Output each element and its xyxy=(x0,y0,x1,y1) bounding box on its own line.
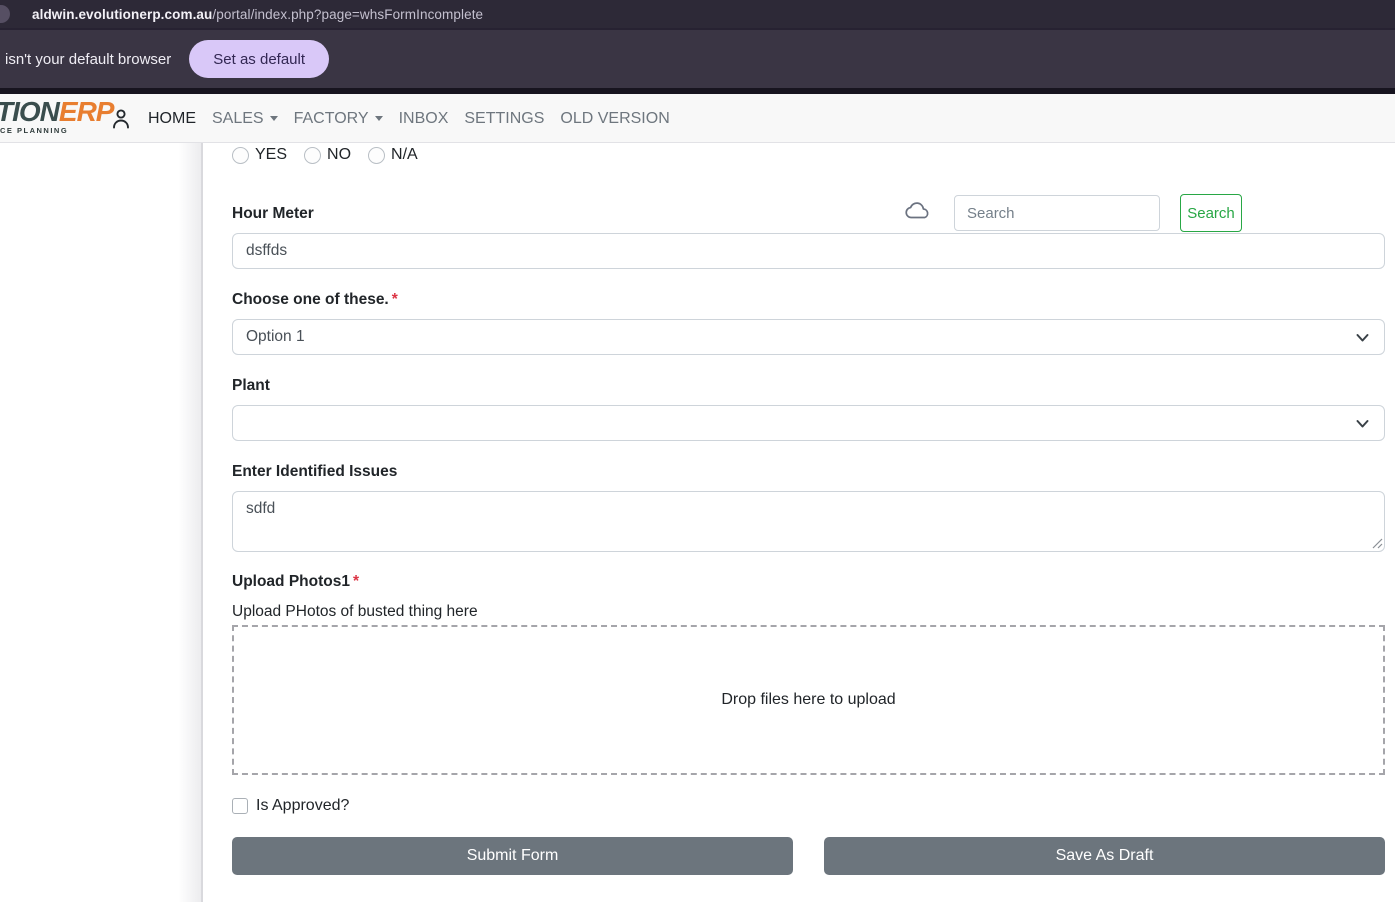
url-domain: aldwin.evolutionerp.com.au xyxy=(32,7,212,22)
chevron-down-icon xyxy=(1355,416,1370,431)
nav-item-label: SETTINGS xyxy=(464,110,544,128)
address-url[interactable]: aldwin.evolutionerp.com.au/portal/index.… xyxy=(32,7,483,22)
caret-down-icon xyxy=(375,116,383,121)
required-asterisk: * xyxy=(392,291,398,308)
logo-tagline: CE PLANNING xyxy=(0,127,113,135)
nav-item-label: INBOX xyxy=(399,110,449,128)
whs-form: YES NO N/A Hour Meter Choose one of thes… xyxy=(232,143,1385,875)
dropzone-text: Drop files here to upload xyxy=(721,691,895,709)
radio-option-yes[interactable]: YES xyxy=(232,146,287,164)
content-divider xyxy=(201,143,203,902)
app-logo[interactable]: TIONERP CE PLANNING xyxy=(0,98,113,135)
submit-form-button[interactable]: Submit Form xyxy=(232,837,793,875)
choose-one-select[interactable]: Option 1 xyxy=(232,319,1385,355)
form-actions: Submit Form Save As Draft xyxy=(232,837,1385,875)
required-asterisk: * xyxy=(353,573,359,590)
resize-handle-icon[interactable] xyxy=(1371,537,1383,549)
nav-item-old-version[interactable]: OLD VERSION xyxy=(552,110,677,128)
radio-label: YES xyxy=(255,146,287,164)
is-approved-label: Is Approved? xyxy=(256,797,349,815)
save-as-draft-button[interactable]: Save As Draft xyxy=(824,837,1385,875)
hour-meter-input[interactable] xyxy=(232,233,1385,269)
plant-label: Plant xyxy=(232,376,1385,395)
label-text: Choose one of these. xyxy=(232,291,389,308)
chevron-down-icon xyxy=(1355,330,1370,345)
radio-icon[interactable] xyxy=(304,147,321,164)
hour-meter-label: Hour Meter xyxy=(232,204,1385,223)
set-as-default-button[interactable]: Set as default xyxy=(189,40,329,78)
caret-down-icon xyxy=(270,116,278,121)
checkbox-icon[interactable] xyxy=(232,798,248,814)
nav-item-label: OLD VERSION xyxy=(560,110,669,128)
is-approved-checkbox-row[interactable]: Is Approved? xyxy=(232,797,1385,815)
upload-helper-text: Upload PHotos of busted thing here xyxy=(232,602,1385,622)
radio-icon[interactable] xyxy=(368,147,385,164)
nav-menu: HOME SALES FACTORY INBOX SETTINGS OLD VE… xyxy=(110,94,678,143)
nav-item-home[interactable]: HOME xyxy=(140,110,204,128)
nav-item-label: FACTORY xyxy=(294,110,369,128)
issues-textarea-wrap: sdfd xyxy=(232,491,1385,552)
nav-item-factory[interactable]: FACTORY xyxy=(286,110,391,128)
site-info-icon[interactable] xyxy=(0,5,10,23)
selected-option-text: Option 1 xyxy=(246,328,305,346)
logo-text-orange: ERP xyxy=(59,96,114,127)
radio-icon[interactable] xyxy=(232,147,249,164)
issues-textarea[interactable]: sdfd xyxy=(232,491,1385,552)
default-browser-banner: isn't your default browser Set as defaul… xyxy=(0,28,1395,88)
nav-item-inbox[interactable]: INBOX xyxy=(391,110,457,128)
plant-select[interactable] xyxy=(232,405,1385,441)
radio-label: N/A xyxy=(391,146,418,164)
yes-no-na-radio-group: YES NO N/A xyxy=(232,146,1385,164)
nav-item-sales[interactable]: SALES xyxy=(204,110,286,128)
content-edge-shadow xyxy=(178,143,201,902)
logo-text-dark: TION xyxy=(0,96,59,127)
radio-label: NO xyxy=(327,146,351,164)
radio-option-no[interactable]: NO xyxy=(304,146,351,164)
app-navbar: TIONERP CE PLANNING HOME SALES FACTORY I… xyxy=(0,94,1395,143)
nav-item-settings[interactable]: SETTINGS xyxy=(456,110,552,128)
upload-photos-label: Upload Photos1* xyxy=(232,572,1385,591)
issues-label: Enter Identified Issues xyxy=(232,462,1385,481)
browser-url-bar: aldwin.evolutionerp.com.au/portal/index.… xyxy=(0,0,1395,28)
user-icon[interactable] xyxy=(110,107,132,131)
file-dropzone[interactable]: Drop files here to upload xyxy=(232,625,1385,775)
label-text: Upload Photos1 xyxy=(232,573,350,590)
nav-item-label: HOME xyxy=(148,110,196,128)
url-path: /portal/index.php?page=whsFormIncomplete xyxy=(212,7,483,22)
choose-one-label: Choose one of these.* xyxy=(232,290,1385,309)
nav-item-label: SALES xyxy=(212,110,264,128)
radio-option-na[interactable]: N/A xyxy=(368,146,418,164)
default-browser-text: isn't your default browser xyxy=(5,51,171,68)
